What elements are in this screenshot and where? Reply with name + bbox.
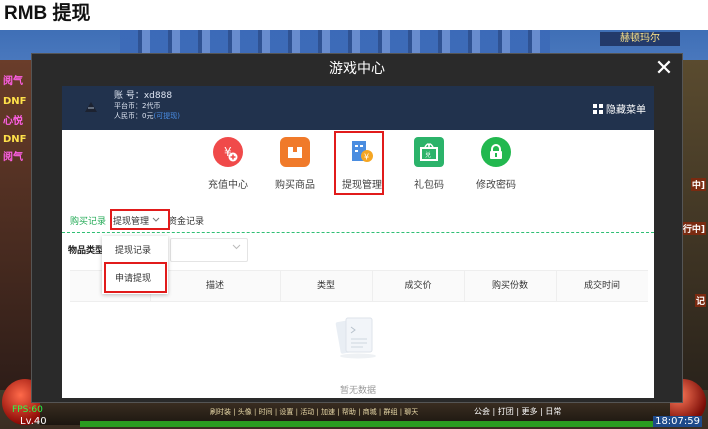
rmb-line: 人民币：0元(可提现) xyxy=(114,111,180,121)
filter-label: 物品类型 xyxy=(68,246,105,256)
highlight-apply-withdraw xyxy=(104,262,167,293)
icon-label: 充值中心 xyxy=(208,180,248,191)
icon-label: 礼包码 xyxy=(414,180,444,191)
column-header: 成交时间 xyxy=(583,281,620,291)
withdrawable-link[interactable]: (可提现) xyxy=(153,112,179,120)
tab-divider xyxy=(62,232,654,233)
dialog-panel: 账 号：xd888 平台币：2代币 人民币：0元(可提现) 隐藏菜单 ¥ 充值中… xyxy=(62,86,654,398)
rmb-amount: 人民币：0元 xyxy=(114,112,154,120)
tab-buy-records[interactable]: 购买记录 xyxy=(70,214,106,227)
recharge-center-button[interactable]: ¥ 充值中心 xyxy=(200,134,256,191)
platform-coin-line: 平台币：2代币 xyxy=(114,102,161,110)
game-location-name: 赫顿玛尔 xyxy=(600,32,680,46)
chevron-down-icon xyxy=(232,244,241,250)
yuan-plus-icon: ¥ xyxy=(213,137,243,167)
gift-cdk-icon: 兑 xyxy=(414,137,444,167)
empty-data-icon xyxy=(335,317,376,359)
dropdown-item-withdraw-records[interactable]: 提现记录 xyxy=(102,240,168,262)
right-label: 记 xyxy=(694,294,706,307)
account-bar: 账 号：xd888 平台币：2代币 人民币：0元(可提现) 隐藏菜单 xyxy=(62,86,654,130)
fps-readout: FPS:60 xyxy=(12,405,43,415)
avatar xyxy=(85,102,97,112)
grid-icon xyxy=(593,103,603,114)
icon-label: 购买商品 xyxy=(275,180,315,191)
side-label: DNF xyxy=(3,134,27,145)
change-password-button[interactable]: 修改密码 xyxy=(468,134,524,191)
hide-menu-label: 隐藏菜单 xyxy=(606,105,646,116)
right-label: 中] xyxy=(690,178,706,191)
hide-menu-button[interactable]: 隐藏菜单 xyxy=(593,101,646,116)
exp-bar xyxy=(80,421,680,427)
game-left-wall xyxy=(0,60,34,390)
right-label: 行中] xyxy=(681,222,706,235)
highlight-withdraw-tab xyxy=(110,209,170,230)
buy-goods-button[interactable]: 购买商品 xyxy=(267,134,323,191)
side-label: 心悦 xyxy=(3,116,23,127)
side-label: 阅气 xyxy=(3,152,23,163)
gift-code-button[interactable]: 兑 礼包码 xyxy=(401,134,457,191)
lock-icon xyxy=(481,137,511,167)
hud-menu[interactable]: 刷时装 | 头像 | 时间 | 设置 | 活动 | 加速 | 帮助 | 商城 |… xyxy=(210,407,418,417)
dialog-title: 游戏中心 xyxy=(329,61,385,77)
column-header: 类型 xyxy=(280,271,373,301)
svg-text:兑: 兑 xyxy=(425,151,431,159)
item-type-select[interactable] xyxy=(170,238,248,262)
account-line: 账 号：xd888 xyxy=(114,91,173,101)
column-header: 描述 xyxy=(150,271,281,301)
close-icon[interactable]: ✕ xyxy=(652,57,676,81)
empty-data-text: 暂无数据 xyxy=(339,386,376,396)
column-header: 购买份数 xyxy=(464,271,557,301)
page-heading: RMB 提现 xyxy=(4,3,91,24)
account-info: 账 号：xd888 平台币：2代币 人民币：0元(可提现) xyxy=(114,91,180,121)
clock-readout: 18:07:59 xyxy=(653,416,702,427)
hud-menu-right[interactable]: 公会 | 打团 | 更多 | 日常 xyxy=(474,406,561,417)
side-label: DNF xyxy=(3,96,27,107)
column-header: 成交价 xyxy=(372,271,465,301)
level-readout: Lv.40 xyxy=(20,416,47,427)
side-label: 阅气 xyxy=(3,76,23,87)
box-icon xyxy=(280,137,310,167)
highlight-withdraw-icon xyxy=(334,131,384,195)
tab-fund-records[interactable]: 资金记录 xyxy=(168,214,204,227)
game-center-dialog: 游戏中心 ✕ 账 号：xd888 平台币：2代币 人民币：0元(可提现) 隐藏菜… xyxy=(31,53,683,403)
icon-label: 修改密码 xyxy=(476,180,516,191)
